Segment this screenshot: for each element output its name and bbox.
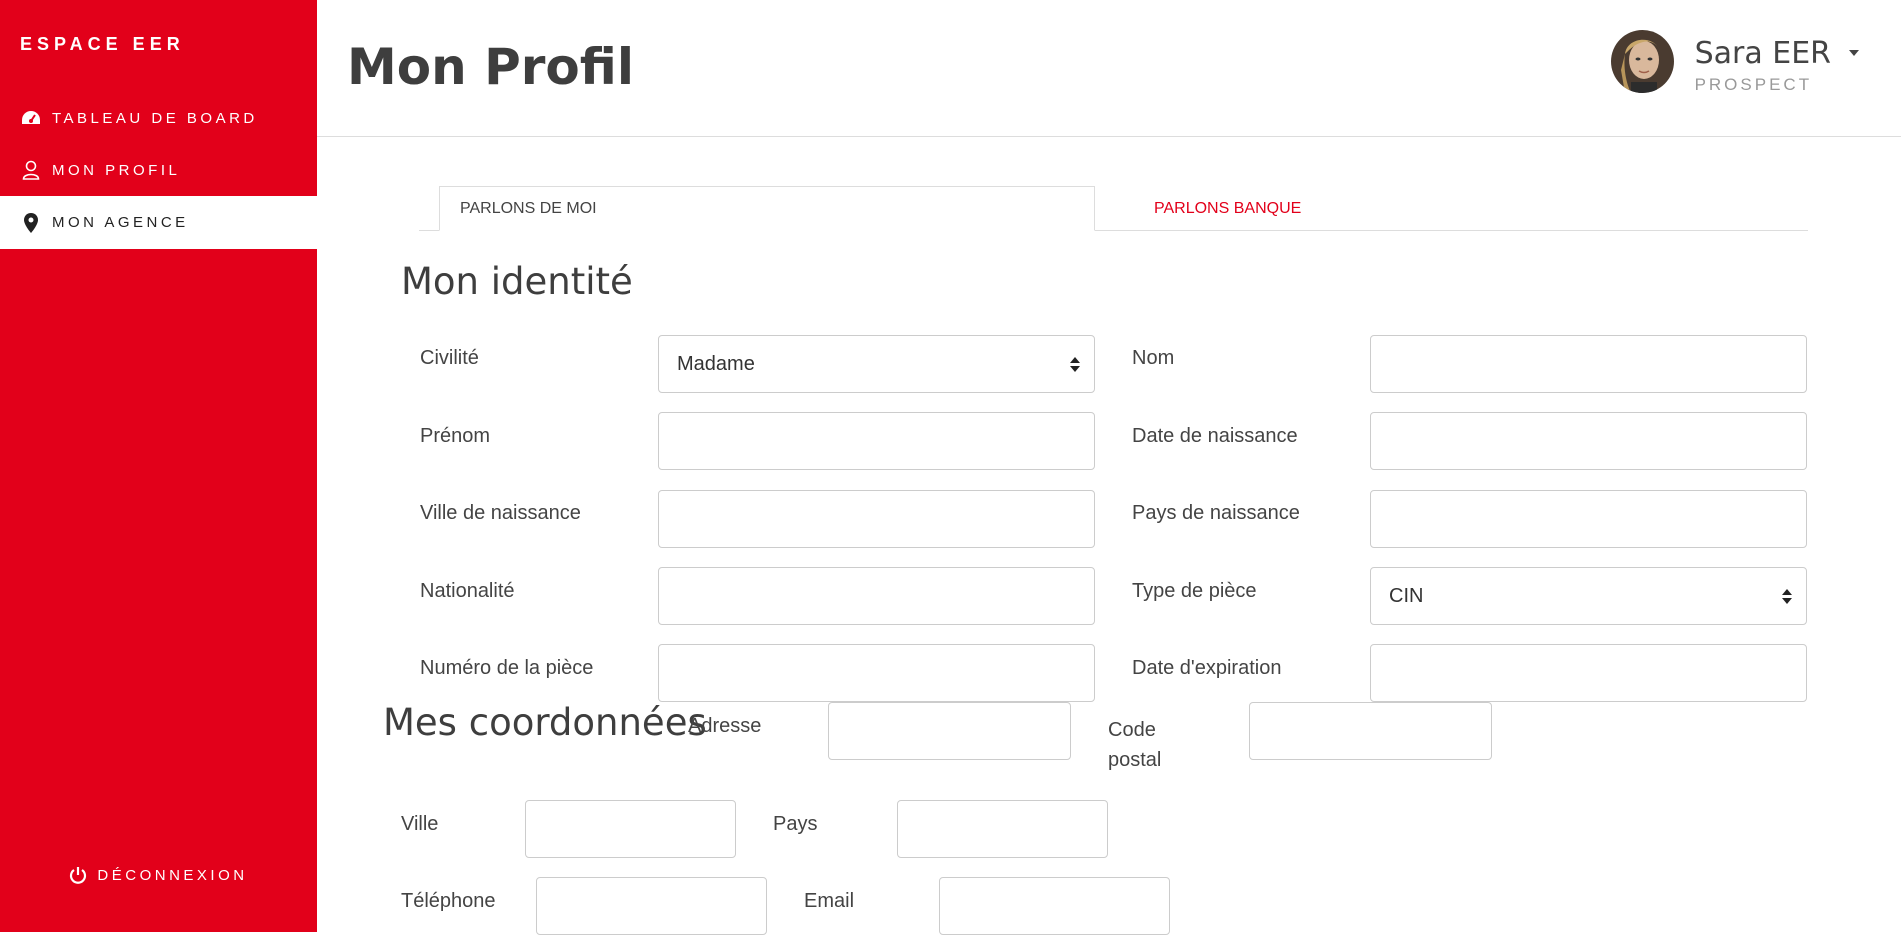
section-title-identite: Mon identité [401, 260, 633, 303]
sidebar-item-label: MON AGENCE [52, 214, 189, 231]
dashboard-icon [20, 107, 42, 129]
ville-naissance-input[interactable] [658, 490, 1095, 548]
prenom-label: Prénom [420, 425, 491, 447]
sidebar-item-label: TABLEAU DE BOARD [52, 109, 258, 127]
civilite-select[interactable]: Madame [658, 335, 1095, 393]
code-postal-label: Code postal [1108, 719, 1162, 771]
email-input[interactable] [939, 877, 1170, 935]
sidebar: ESPACE EER TABLEAU DE BOARD MON PROFIL M… [0, 0, 317, 932]
numero-piece-input[interactable] [658, 644, 1095, 702]
type-piece-label: Type de pièce [1132, 580, 1257, 602]
adresse-label: Adresse [688, 715, 762, 737]
avatar [1610, 30, 1674, 93]
email-label: Email [804, 890, 855, 912]
nom-input[interactable] [1370, 335, 1807, 393]
civilite-label: Civilité [420, 347, 479, 369]
pays-naissance-label: Pays de naissance [1132, 502, 1300, 524]
pays-naissance-input[interactable] [1370, 490, 1807, 548]
telephone-label: Téléphone [401, 890, 496, 912]
sidebar-item-mon-profil[interactable]: MON PROFIL [0, 144, 317, 196]
user-icon [20, 159, 42, 181]
date-expiration-label: Date d'expiration [1132, 657, 1282, 679]
ville-label: Ville [401, 813, 439, 835]
logout-label: DÉCONNEXION [97, 866, 248, 884]
numero-piece-label: Numéro de la pièce [420, 657, 594, 679]
prenom-input[interactable] [658, 412, 1095, 470]
ville-naissance-label: Ville de naissance [420, 502, 581, 524]
date-naissance-label: Date de naissance [1132, 425, 1298, 447]
sidebar-item-tableau-de-board[interactable]: TABLEAU DE BOARD [0, 92, 317, 144]
chevron-down-icon [1849, 50, 1859, 56]
user-name: Sara EER [1694, 36, 1831, 71]
ville-input[interactable] [525, 800, 736, 858]
user-info: Sara EER PROSPECT [1695, 30, 1831, 95]
section-title-coordonnees: Mes coordonnées [383, 701, 707, 744]
tab-parlons-banque[interactable]: PARLONS BANQUE [1134, 186, 1434, 231]
brand-title: ESPACE EER [20, 34, 185, 54]
map-pin-icon [20, 212, 42, 234]
select-arrows-icon [1782, 589, 1792, 605]
user-menu[interactable]: Sara EER PROSPECT [1610, 30, 1859, 95]
pays-label: Pays [773, 813, 818, 835]
nom-label: Nom [1132, 347, 1175, 369]
user-role: PROSPECT [1694, 75, 1813, 94]
nationalite-label: Nationalité [420, 580, 515, 602]
civilite-value: Madame [677, 352, 755, 375]
code-postal-input[interactable] [1249, 702, 1492, 760]
page-header: Mon Profil Sara EER PROSPECT [317, 0, 1901, 137]
type-piece-value: CIN [1389, 584, 1424, 607]
logout-button[interactable]: DÉCONNEXION [0, 866, 317, 884]
sidebar-item-mon-agence[interactable]: MON AGENCE [0, 196, 317, 249]
date-naissance-input[interactable] [1370, 412, 1807, 470]
page-title: Mon Profil [347, 38, 634, 96]
sidebar-item-label: MON PROFIL [52, 161, 181, 179]
tab-parlons-de-moi[interactable]: PARLONS DE MOI [439, 186, 1095, 231]
power-icon [69, 866, 87, 884]
telephone-input[interactable] [536, 877, 767, 935]
pays-input[interactable] [897, 800, 1108, 858]
date-expiration-input[interactable] [1370, 644, 1807, 702]
type-piece-select[interactable]: CIN [1370, 567, 1807, 625]
select-arrows-icon [1070, 357, 1080, 373]
adresse-input[interactable] [828, 702, 1071, 760]
nationalite-input[interactable] [658, 567, 1095, 625]
